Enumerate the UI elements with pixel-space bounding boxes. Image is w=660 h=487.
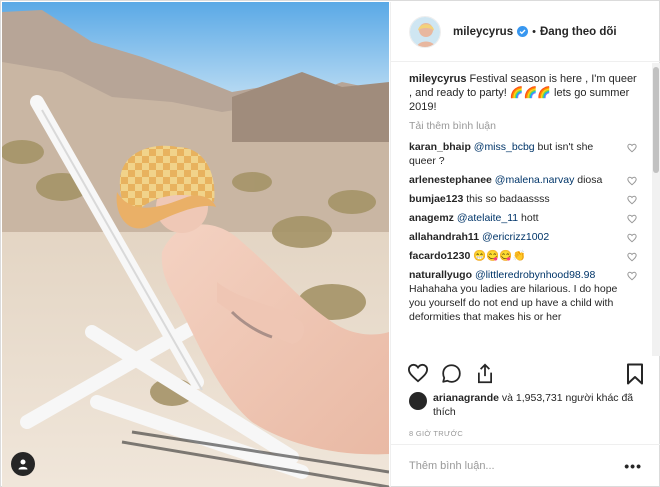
add-comment-input[interactable]: Thêm bình luận... [409,460,624,472]
comment-username[interactable]: bumjae123 [409,193,463,205]
likes-summary: arianagrande và 1,953,731 người khác đã … [409,391,649,419]
scrollbar-thumb[interactable] [653,67,659,173]
comment-mention[interactable]: @atelaite_11 [457,212,518,224]
comment-text: Hahahaha you ladies are hilarious. I do … [409,283,618,323]
comment-mention[interactable]: @miss_bcbg [474,141,535,153]
bookmark-icon[interactable] [626,363,644,388]
comment-row: naturallyugo @littleredrobynhood98.98 Ha… [409,268,641,324]
add-comment-bar: Thêm bình luận... ••• [391,444,660,487]
comment-row: facardo1230 😁😋😋👏 [409,249,641,263]
comment-username[interactable]: arlenestephanee [409,174,492,186]
comment-heart-icon[interactable] [627,214,637,224]
comment-username[interactable]: allahandrah11 [409,231,479,243]
comments-scrollbar[interactable] [652,63,660,356]
post-photo[interactable] [2,2,389,487]
comments-list[interactable]: mileycyrus Festival season is here , I'm… [391,63,653,356]
post-side-panel: mileycyrus • Đang theo dõi mileycyrus Fe… [390,2,660,487]
comment-heart-icon[interactable] [627,233,637,243]
post-header: mileycyrus • Đang theo dõi [391,2,660,62]
share-icon[interactable] [475,363,495,387]
post-timestamp[interactable]: 8 GIỜ TRƯỚC [409,429,463,438]
verified-badge-icon [517,26,529,37]
comment-icon[interactable] [441,363,462,387]
comment-heart-icon[interactable] [627,195,637,205]
comment-row: allahandrah11 @ericrizz1002 [409,230,641,244]
liker-avatar[interactable] [409,392,427,410]
desert-chair-photo [2,2,389,487]
following-button[interactable]: Đang theo dõi [540,26,617,38]
comment-heart-icon[interactable] [627,143,637,153]
comment-row: karan_bhaip @miss_bcbg but isn't she que… [409,140,641,168]
comment-row: anagemz @atelaite_11 hott [409,211,641,225]
action-bar [405,359,646,389]
instagram-post-modal: mileycyrus • Đang theo dõi mileycyrus Fe… [0,0,660,487]
comment-username[interactable]: karan_bhaip [409,141,471,153]
comment-mention[interactable]: @malena.narvay [495,174,575,186]
user-tag-icon[interactable] [11,452,35,476]
comment-heart-icon[interactable] [627,252,637,262]
comment-username[interactable]: naturallyugo [409,269,472,281]
comment-heart-icon[interactable] [627,176,637,186]
comment-username[interactable]: facardo1230 [409,250,470,262]
comment-row: bumjae123 this so badaassss [409,192,641,206]
comment-text: this so badaassss [466,193,550,205]
comment-mention[interactable]: @littleredrobynhood98.98 [475,269,595,281]
more-options-button[interactable]: ••• [624,458,642,474]
comment-text: 😁😋😋👏 [473,250,526,262]
comment-username[interactable]: anagemz [409,212,454,224]
comment-row: arlenestephanee @malena.narvay diosa [409,173,641,187]
separator-dot: • [532,25,536,38]
heart-icon[interactable] [407,363,429,386]
comment-text: hott [518,212,539,224]
header-username[interactable]: mileycyrus [453,26,513,38]
avatar[interactable] [409,15,441,48]
likes-text: arianagrande và 1,953,731 người khác đã … [433,391,649,419]
comment-rows: karan_bhaip @miss_bcbg but isn't she que… [409,140,641,324]
post-caption: mileycyrus Festival season is here , I'm… [409,72,641,114]
liker-username[interactable]: arianagrande [433,392,499,404]
comment-mention[interactable]: @ericrizz1002 [482,231,549,243]
caption-username[interactable]: mileycyrus [409,73,466,85]
comment-heart-icon[interactable] [627,271,637,281]
comment-text: diosa [574,174,603,186]
load-more-comments-button[interactable]: Tải thêm bình luận [409,120,641,132]
